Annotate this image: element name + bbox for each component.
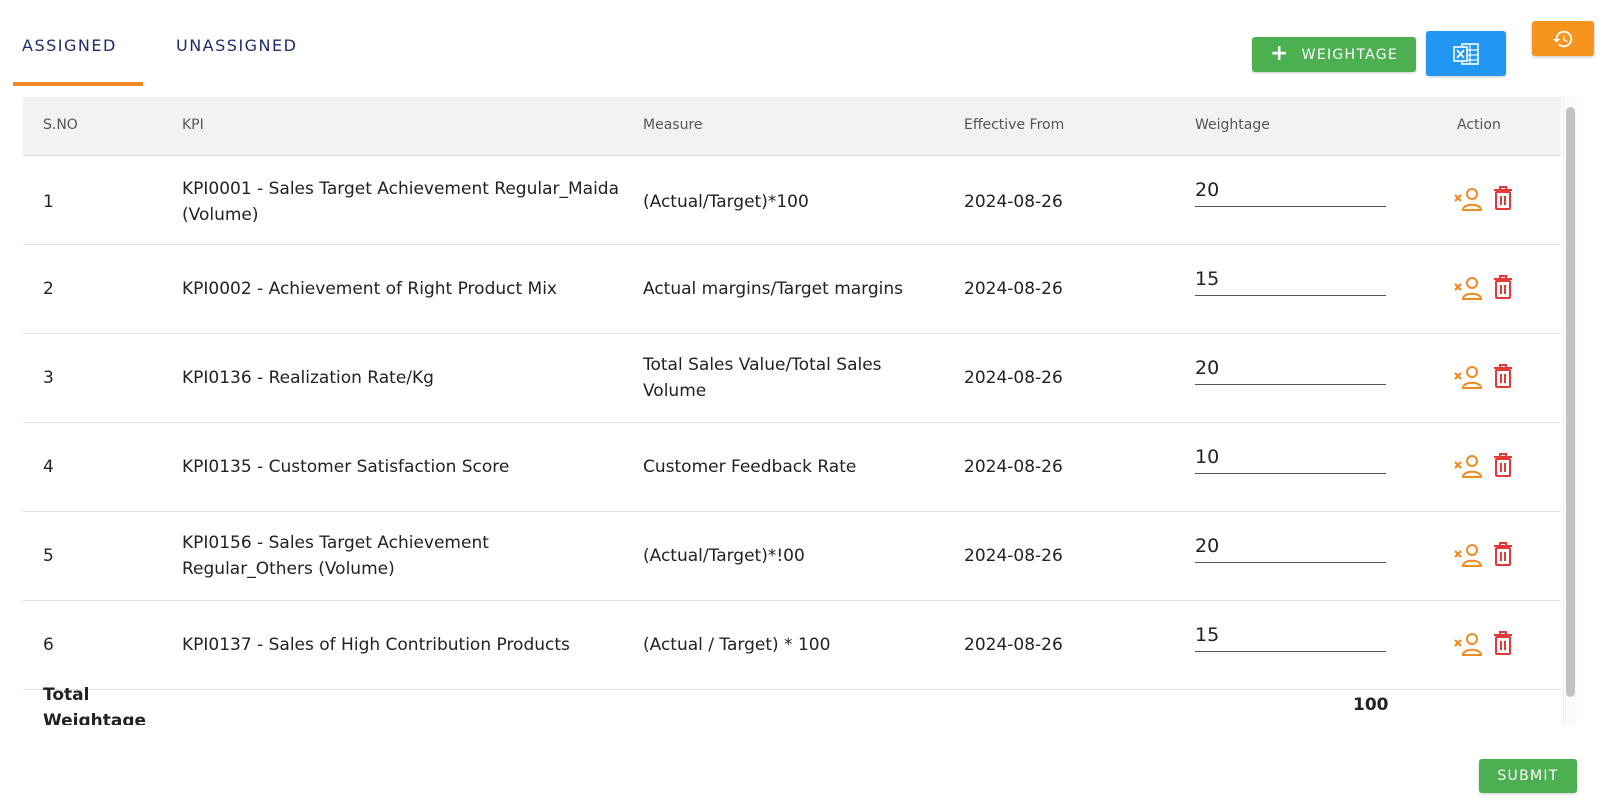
- row-measure: (Actual / Target) * 100: [643, 635, 831, 655]
- row-measure: Total Sales Value/Total Sales Volume: [643, 355, 882, 401]
- table-row: 3 KPI0136 - Realization Rate/Kg Total Sa…: [23, 334, 1561, 423]
- export-excel-button[interactable]: [1426, 31, 1506, 76]
- add-weightage-label: WEIGHTAGE: [1301, 46, 1399, 63]
- weightage-input[interactable]: [1195, 529, 1386, 563]
- row-sno: 3: [43, 368, 54, 388]
- column-header-action: Action: [1457, 117, 1501, 133]
- trash-icon[interactable]: [1492, 363, 1514, 393]
- trash-icon[interactable]: [1492, 185, 1514, 215]
- row-effective-from: 2024-08-26: [964, 635, 1063, 655]
- row-sno: 5: [43, 546, 54, 566]
- table-row: 1 KPI0001 - Sales Target Achievement Reg…: [23, 156, 1561, 245]
- remove-user-icon[interactable]: [1453, 542, 1483, 572]
- remove-user-icon[interactable]: [1453, 453, 1483, 483]
- column-header-sno: S.NO: [43, 117, 78, 133]
- tab-unassigned[interactable]: UNASSIGNED: [143, 28, 303, 86]
- column-header-weightage: Weightage: [1195, 117, 1270, 133]
- trash-icon[interactable]: [1492, 541, 1514, 571]
- row-kpi: KPI0001 - Sales Target Achievement Regul…: [182, 179, 620, 225]
- trash-icon[interactable]: [1492, 274, 1514, 304]
- plus-icon: +: [1269, 40, 1290, 66]
- row-sno: 2: [43, 279, 54, 299]
- history-icon: [1552, 30, 1573, 47]
- kpi-table: S.NO KPI Measure Effective From Weightag…: [23, 97, 1561, 725]
- row-kpi: KPI0135 - Customer Satisfaction Score: [182, 457, 510, 477]
- row-kpi: KPI0137 - Sales of High Contribution Pro…: [182, 635, 570, 655]
- trash-icon[interactable]: [1492, 630, 1514, 660]
- submit-button[interactable]: SUBMIT: [1479, 759, 1577, 793]
- total-weightage-value: 100: [1353, 695, 1389, 715]
- weightage-input[interactable]: [1195, 440, 1386, 474]
- excel-icon: [1453, 42, 1479, 65]
- row-kpi: KPI0156 - Sales Target Achievement Regul…: [182, 533, 489, 579]
- remove-user-icon[interactable]: [1453, 631, 1483, 661]
- row-measure: Customer Feedback Rate: [643, 457, 857, 477]
- table-row: 6 KPI0137 - Sales of High Contribution P…: [23, 601, 1561, 690]
- tab-bar: ASSIGNED UNASSIGNED: [13, 28, 303, 86]
- column-header-measure: Measure: [643, 117, 703, 133]
- column-header-kpi: KPI: [182, 117, 204, 133]
- trash-icon[interactable]: [1492, 452, 1514, 482]
- history-button[interactable]: [1532, 21, 1594, 56]
- remove-user-icon[interactable]: [1453, 275, 1483, 305]
- add-weightage-button[interactable]: + WEIGHTAGE: [1252, 37, 1416, 72]
- column-header-effective-from: Effective From: [964, 117, 1065, 133]
- row-measure: Actual margins/Target margins: [643, 279, 904, 299]
- table-row: 2 KPI0002 - Achievement of Right Product…: [23, 245, 1561, 334]
- remove-user-icon[interactable]: [1453, 364, 1483, 394]
- weightage-input[interactable]: [1195, 262, 1386, 296]
- total-weightage-label: Total Weightage: [43, 685, 147, 725]
- remove-user-icon[interactable]: [1453, 186, 1483, 216]
- total-row: Total Weightage 100: [23, 682, 1561, 725]
- row-effective-from: 2024-08-26: [964, 457, 1063, 477]
- row-sno: 6: [43, 635, 54, 655]
- weightage-input[interactable]: [1195, 173, 1386, 207]
- row-kpi: KPI0136 - Realization Rate/Kg: [182, 368, 434, 388]
- weightage-input[interactable]: [1195, 351, 1386, 385]
- row-sno: 1: [43, 192, 54, 212]
- tab-assigned[interactable]: ASSIGNED: [13, 28, 143, 86]
- table-header: S.NO KPI Measure Effective From Weightag…: [23, 97, 1561, 156]
- row-effective-from: 2024-08-26: [964, 546, 1063, 566]
- weightage-input[interactable]: [1195, 618, 1386, 652]
- row-effective-from: 2024-08-26: [964, 192, 1063, 212]
- table-row: 5 KPI0156 - Sales Target Achievement Reg…: [23, 512, 1561, 601]
- row-effective-from: 2024-08-26: [964, 279, 1063, 299]
- row-sno: 4: [43, 457, 54, 477]
- row-measure: (Actual/Target)*!00: [643, 546, 805, 566]
- table-scrollbar-thumb[interactable]: [1566, 107, 1575, 697]
- row-measure: (Actual/Target)*100: [643, 192, 809, 212]
- row-kpi: KPI0002 - Achievement of Right Product M…: [182, 279, 557, 299]
- row-effective-from: 2024-08-26: [964, 368, 1063, 388]
- table-row: 4 KPI0135 - Customer Satisfaction Score …: [23, 423, 1561, 512]
